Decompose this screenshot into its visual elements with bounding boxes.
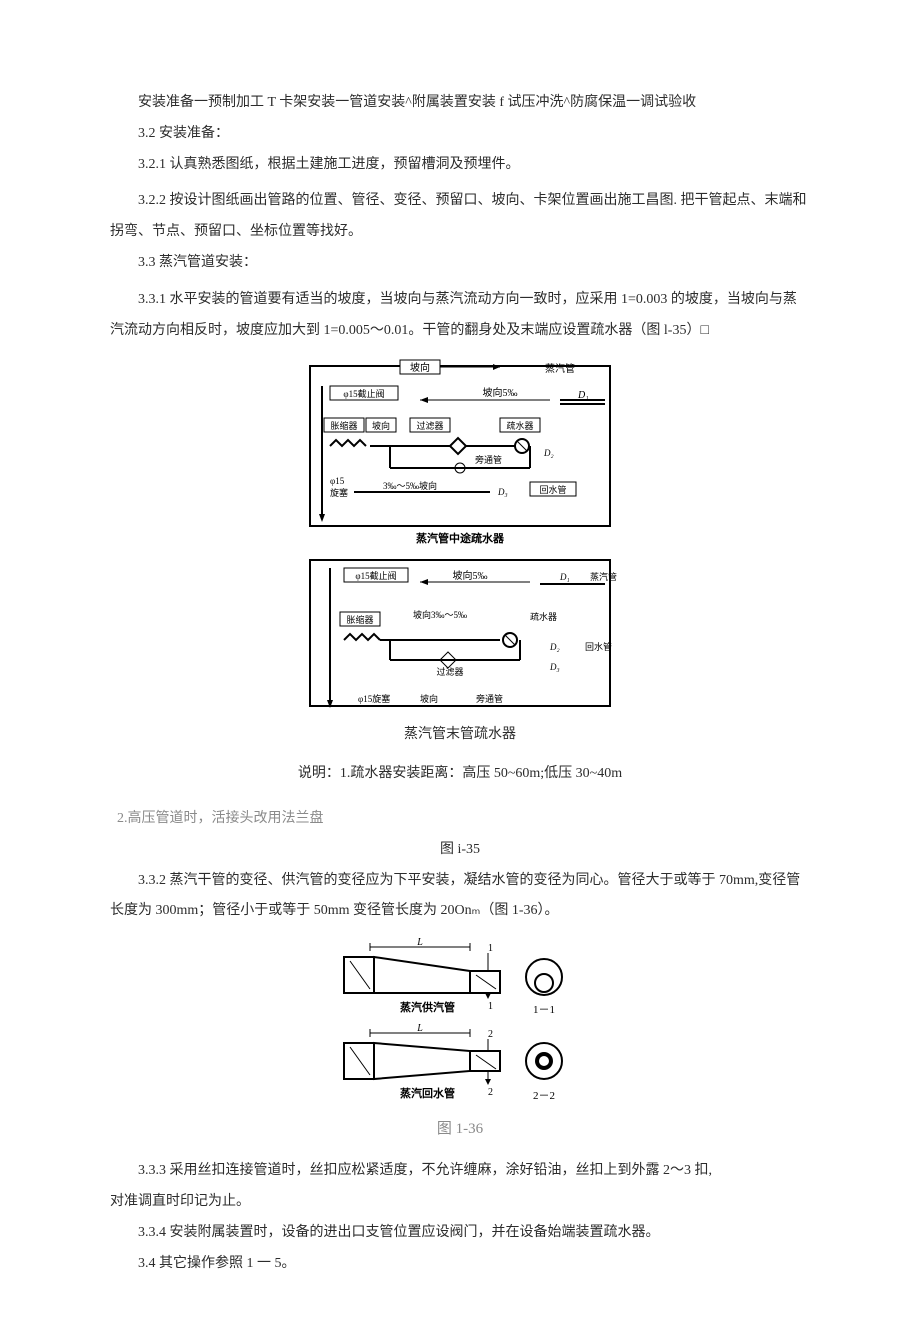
fig135-caption1: 蒸汽管末管疏水器 <box>404 720 516 751</box>
fig135-caption2: 说明：1.疏水器安装距离：高压 50~60m;低压 30~40m <box>298 759 622 790</box>
sec-1-1: 1－1 <box>533 1004 555 1016</box>
label-d1-l: D₁ <box>559 572 570 582</box>
lab-return: 蒸汽回水管 <box>400 1086 455 1100</box>
label-valve-phi15: φ15截止阀 <box>343 388 384 399</box>
label-expander-l: 胀缩器 <box>346 614 373 625</box>
sec-2a: 2 <box>488 1029 493 1040</box>
para-3-3-3: 3.3.3 采用丝扣连接管道时，丝扣应松紧适度，不允许缠麻，涂好铅油，丝扣上到外… <box>110 1156 810 1187</box>
document-page: 安装准备一预制加工 T 卡架安装一管道安装^附属装置安装 f 试压冲洗^防腐保温… <box>0 0 920 1329</box>
label-trap-u: 疏水器 <box>506 420 533 431</box>
label-filter-l: 过滤器 <box>436 666 463 677</box>
label-valve-l: φ15截止阀 <box>355 570 396 581</box>
label-filter-u: 过滤器 <box>416 420 443 431</box>
label-phi15-u: φ15 <box>330 476 345 486</box>
label-steam-l: 蒸汽管 <box>590 571 617 582</box>
label-expander-u: 胀缩器 <box>330 420 357 431</box>
sec-1b: 1 <box>488 1001 493 1012</box>
sec-2b: 2 <box>488 1087 493 1098</box>
label-slope2-l: 坡向3‰～5‰ <box>413 609 467 620</box>
para-3-3-4: 3.3.4 安装附属装置时，设备的进出口支管位置应设阀门，并在设备始端装置疏水器… <box>110 1218 810 1249</box>
fig135-caption4: 图 i-35 <box>110 835 810 866</box>
para-3-2-2: 3.2.2 按设计图纸画出管路的位置、管径、变径、预留口、坡向、卡架位置画出施工… <box>110 186 810 248</box>
label-pohui2-u: 坡向 <box>372 420 390 431</box>
label-d2-u: D₂ <box>543 448 554 458</box>
para-3-3: 3.3 蒸汽管道安装： <box>110 248 810 279</box>
para-3-3-3b: 对准调直时印记为止。 <box>110 1187 810 1218</box>
dim-L2: L <box>416 1023 423 1034</box>
label-plug-u: 旋塞 <box>330 487 348 498</box>
label-slope5: 坡向5‰ <box>483 386 518 399</box>
para-3-3-2: 3.3.2 蒸汽干管的变径、供汽管的变径应为下平安装，凝结水管的变径为同心。管径… <box>110 866 810 928</box>
label-d3-u: D₃ <box>497 487 508 497</box>
para-3-2-1: 3.2.1 认真熟悉图纸，根据土建施工进度，预留槽洞及预埋件。 <box>110 150 810 181</box>
dim-L1: L <box>416 937 423 948</box>
label-bypass-u: 旁通管 <box>475 454 502 465</box>
label-phi15plug-l: φ15旋塞 <box>358 693 390 704</box>
sec-2-2: 2－2 <box>533 1090 555 1102</box>
label-trap-l: 疏水器 <box>530 611 557 622</box>
figure-1-35-svg: 坡向 蒸汽管 φ15截止阀 坡向5‰ D₁ 胀缩器 坡向 <box>300 356 620 716</box>
figure-1-36: L 1 1 蒸汽供汽管 1－1 <box>110 937 810 1146</box>
fig136-caption: 图 1-36 <box>437 1113 483 1146</box>
label-steam: 蒸汽管 <box>545 362 575 375</box>
para-3-3-1: 3.3.1 水平安装的管道要有适当的坡度，当坡向与蒸汽流动方向一致时，应采用 1… <box>110 285 810 347</box>
fig135-caption3: 2.高压管道时，活接头改用法兰盘 <box>117 804 810 835</box>
label-bypass-l: 旁通管 <box>476 693 503 704</box>
sec-1a: 1 <box>488 943 493 954</box>
para-3-4: 3.4 其它操作参照 1 一 5。 <box>110 1249 810 1280</box>
label-return-l: 回水管 <box>585 641 612 652</box>
label-slope5-l: 坡向5‰ <box>453 569 488 582</box>
para-3-2: 3.2 安装准备： <box>110 119 810 150</box>
lab-supply: 蒸汽供汽管 <box>400 1000 455 1014</box>
label-return-u: 回水管 <box>539 484 566 495</box>
label-d2-l: D₂ <box>549 642 560 652</box>
label-d3-l: D₃ <box>549 662 560 672</box>
figure-1-36-svg: L 1 1 蒸汽供汽管 1－1 <box>330 937 590 1113</box>
figure-1-35: 坡向 蒸汽管 φ15截止阀 坡向5‰ D₁ 胀缩器 坡向 <box>110 356 810 794</box>
label-bslope-u: 3‰～5‰坡向 <box>383 480 437 491</box>
label-pohui: 坡向 <box>410 361 430 374</box>
label-pohui-l: 坡向 <box>420 693 438 704</box>
caption-mid: 蒸汽管中途疏水器 <box>416 531 505 545</box>
para-install-sequence: 安装准备一预制加工 T 卡架安装一管道安装^附属装置安装 f 试压冲洗^防腐保温… <box>110 88 810 119</box>
